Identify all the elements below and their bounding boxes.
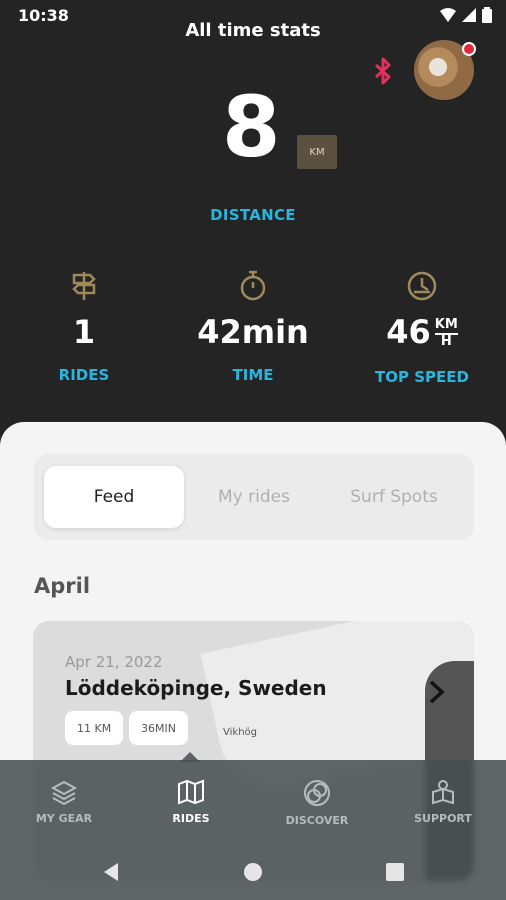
distance-unit: KM [297,135,337,169]
ride-date: Apr 21, 2022 [65,653,163,671]
stat-time: 42min TIME [169,268,337,384]
nav-label: DISCOVER [285,814,349,827]
signpost-icon [0,268,168,302]
stat-time-label: TIME [232,366,274,384]
ride-location: Löddeköpinge, Sweden [65,676,327,700]
active-tab-indicator [180,752,200,762]
speedometer-icon [338,268,506,302]
nav-label: SUPPORT [414,812,472,825]
nav-discover[interactable]: DISCOVER [262,778,372,827]
map-label: Vikhög [223,727,257,738]
nav-rides[interactable]: RIDES [136,778,246,825]
ride-distance-chip: 11 KM [65,711,124,745]
home-icon[interactable] [243,862,263,882]
ride-duration-chip: 36MIN [129,711,188,745]
nav-label: MY GEAR [35,812,93,825]
discover-icon [304,780,330,806]
bluetooth-icon[interactable] [370,56,396,90]
distance-value: 8 [222,78,281,176]
stat-speed-label: TOP SPEED [375,367,469,386]
layers-icon [50,780,78,806]
nav-label: RIDES [172,812,210,825]
stat-speed-value: 46 KM H [338,316,506,350]
stat-top-speed: 46 KM H TOP SPEED [338,268,506,386]
speed-number: 46 [386,313,431,351]
speed-unit: KM H [434,317,458,350]
nav-my-gear[interactable]: MY GEAR [9,778,119,825]
stopwatch-icon [169,268,337,302]
stat-rides-value: 1 [72,313,96,351]
stat-rides: 1 RIDES [0,268,168,384]
nav-support[interactable]: SUPPORT [388,778,498,825]
month-heading: April [34,574,91,598]
back-icon[interactable] [102,862,120,882]
map-icon [178,779,204,805]
stat-time-value: 42min [197,313,309,351]
distance-label: DISTANCE [210,206,296,224]
support-icon [432,780,454,805]
chevron-right-icon[interactable] [427,679,447,705]
notification-dot [462,42,476,56]
speed-unit-top: KM [434,317,458,335]
tab-feed[interactable]: Feed [44,466,184,528]
tab-bar: Feed My rides Surf Spots [34,454,474,540]
system-navigation [0,852,506,892]
speed-unit-bottom: H [440,334,452,349]
page-title: All time stats [185,20,321,41]
stat-rides-label: RIDES [58,366,110,384]
recents-icon[interactable] [386,863,404,881]
tab-surf-spots[interactable]: Surf Spots [324,466,464,528]
tab-my-rides[interactable]: My rides [184,466,324,528]
